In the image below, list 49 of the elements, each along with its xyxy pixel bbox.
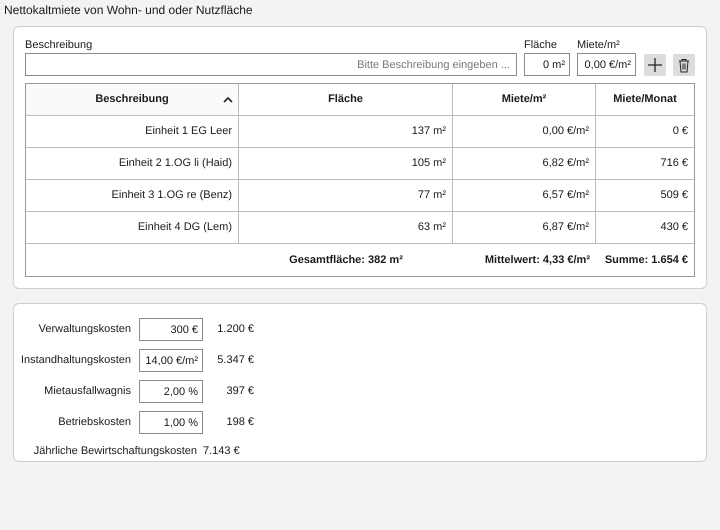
sort-icon: [223, 96, 233, 103]
cost-field[interactable]: 1,00 %: [139, 411, 203, 434]
cost-label: Betriebskosten: [57, 415, 131, 430]
cost-field[interactable]: 14,00 €/m²: [139, 349, 203, 372]
cost-label: Instandhaltungskosten: [20, 353, 131, 368]
table-cell: 0,00 €/m²: [453, 116, 596, 147]
area-field[interactable]: 0 m²: [524, 53, 570, 76]
average-rent: Mittelwert: 4,33 €/m²: [484, 252, 590, 268]
column-header[interactable]: Beschreibung: [26, 84, 239, 115]
table-cell-text: 0 €: [672, 124, 689, 140]
table-cell-text: 430 €: [659, 220, 689, 236]
table-cell: Einheit 3 1.OG re (Benz): [26, 180, 239, 211]
field-label: Fläche: [524, 38, 558, 53]
cost-value: 1.200 €: [216, 322, 254, 338]
table-cell: 63 m²: [239, 212, 453, 243]
cost-field[interactable]: 2,00 %: [139, 380, 203, 403]
column-header[interactable]: Fläche: [239, 84, 453, 115]
total-value: 7.143 €: [203, 444, 240, 459]
cost-label: Mietausfallwagnis: [43, 384, 131, 400]
table-cell: Einheit 2 1.OG li (Haid): [26, 148, 239, 179]
rent-sum: Summe: 1.654 €: [604, 252, 688, 268]
table-cell: Einheit 4 DG (Lem): [26, 212, 239, 243]
rent-field[interactable]: 0,00 €/m²: [577, 53, 636, 76]
table-cell: 77 m²: [239, 180, 453, 211]
total-area: Gesamtfläche: 382 m²: [289, 252, 403, 268]
table-cell: Einheit 1 EG Leer: [26, 116, 239, 147]
table-cell: 137 m²: [239, 116, 453, 147]
cost-value: 198 €: [225, 415, 254, 430]
column-header[interactable]: Miete/Monat: [596, 84, 694, 115]
add-button[interactable]: [644, 54, 666, 76]
cost-field[interactable]: 300 €: [139, 318, 203, 341]
plus-icon: [647, 57, 663, 73]
table-cell: 6,57 €/m²: [453, 180, 596, 211]
cost-value: 397 €: [225, 384, 254, 400]
section-title: Nettokaltmiete von Wohn- und oder Nutzfläche: [3, 2, 254, 19]
column-header[interactable]: Miete/m²: [453, 84, 596, 115]
table-cell: 6,87 €/m²: [453, 212, 596, 243]
cost-label: Verwaltungskosten: [38, 322, 131, 338]
cost-value: 5.347 €: [216, 353, 254, 368]
total-label: Jährliche Bewirtschaftungskosten: [32, 444, 197, 459]
description-field[interactable]: Bitte Beschreibung eingeben ...: [25, 53, 517, 76]
table-cell: 6,82 €/m²: [453, 148, 596, 179]
trash-icon: [678, 58, 690, 72]
field-label: Beschreibung: [25, 38, 94, 53]
table-cell: 105 m²: [239, 148, 453, 179]
delete-button[interactable]: [673, 54, 695, 76]
table-cell-text: 509 €: [659, 188, 689, 204]
field-label: Miete/m²: [577, 38, 621, 53]
table-cell-text: 716 €: [659, 156, 689, 172]
